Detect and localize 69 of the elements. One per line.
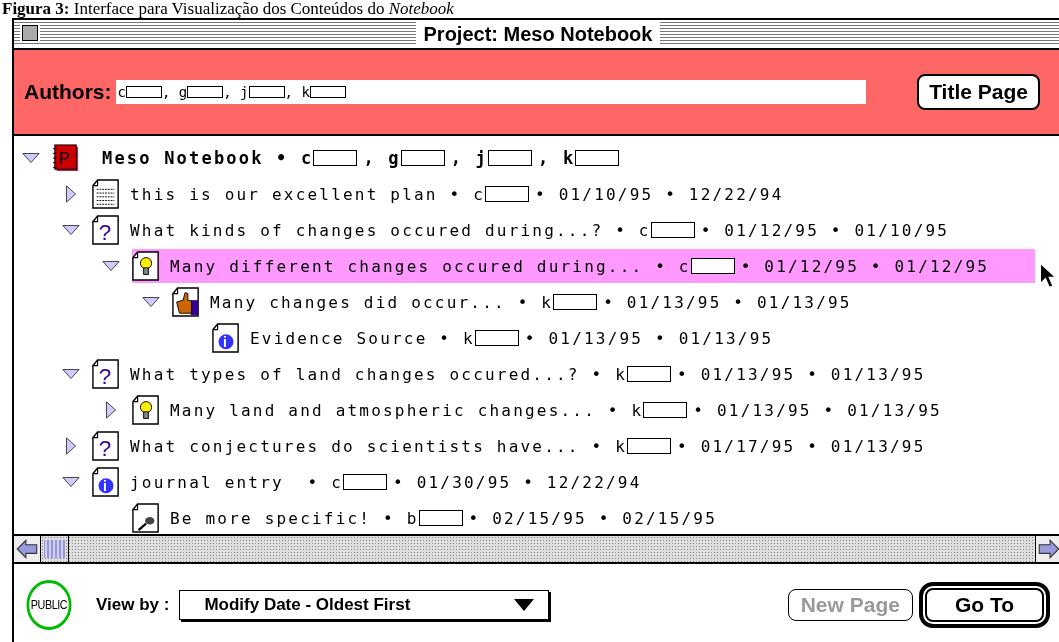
tree-item[interactable]: Many changes did occur... • k • 01/13/95 • 01/13/95 — [172, 285, 860, 319]
item-text: Evidence Source • k — [250, 328, 475, 348]
authors-label: Authors: — [24, 80, 112, 104]
view-by-label: View by : — [96, 595, 170, 615]
item-text: What conjectures do scientists have... • k — [130, 436, 627, 456]
item-text: • 01/30/95 • 12/22/94 — [393, 472, 642, 492]
item-text: this is our excellent plan • c — [130, 184, 485, 204]
item-text: • 01/17/95 • 01/13/95 — [677, 436, 926, 456]
view-by-dropdown[interactable]: Modify Date - Oldest First — [179, 590, 550, 620]
redaction-box — [248, 86, 285, 98]
question-page-icon: ? — [92, 431, 120, 461]
title-page-button[interactable]: Title Page — [917, 74, 1040, 110]
close-box[interactable] — [22, 25, 38, 41]
tree-item[interactable]: i Evidence Source • k • 01/13/95 • 01/13/95 — [212, 321, 782, 355]
item-text: • 01/12/95 • 01/10/95 — [700, 220, 950, 240]
microphone-icon — [132, 503, 160, 533]
item-text: • 02/15/95 • 02/15/95 — [468, 508, 717, 528]
document-icon — [92, 179, 120, 209]
item-text: , j — [450, 148, 489, 168]
item-text: What kinds of changes occured during...? • c — [130, 220, 651, 240]
question-page-icon: ? — [92, 359, 120, 389]
tree-item[interactable]: this is our excellent plan • c • 01/10/95 • 12/22/94 — [92, 177, 792, 211]
item-text: • 01/13/95 • 01/13/95 — [603, 292, 852, 312]
info-page-icon: i — [92, 467, 120, 497]
tree-item[interactable]: P Meso Notebook • c , g , j , k — [52, 141, 634, 175]
item-text: Meso Notebook • c — [102, 148, 314, 168]
item-text: Many changes did occur... • k — [210, 292, 554, 312]
tree-item[interactable]: ? What types of land changes occured...? • k • 01/13/95 • 01/13/95 — [92, 357, 934, 391]
item-text: What types of land changes occured...? • k — [130, 364, 627, 384]
item-text: Many different changes occured during... • c — [170, 256, 691, 276]
item-text: Be more specific! • b — [170, 508, 419, 528]
dropdown-value: Modify Date - Oldest First — [204, 595, 412, 615]
lightbulb-icon — [132, 251, 160, 281]
tree-item[interactable]: Be more specific! • b • 02/15/95 • 02/15/95 — [132, 501, 725, 534]
tree-item[interactable]: ? What conjectures do scientists have... • k • 01/17/95 • 01/13/95 — [92, 429, 934, 463]
item-text: • 01/13/95 • 01/13/95 — [524, 328, 774, 348]
tree-item[interactable]: i journal entry • c • 01/30/95 • 12/22/94 — [92, 465, 650, 499]
authors-field[interactable]: c , g , j , k — [115, 80, 866, 104]
tree-item[interactable]: Many land and atmospheric changes... • k • 01/13/95 • 01/13/95 — [132, 393, 950, 427]
public-badge: PUBLIC — [26, 580, 72, 630]
redaction-box — [309, 86, 346, 98]
caret-icon — [514, 599, 535, 611]
item-text: Many land and atmospheric changes... • k — [170, 400, 644, 420]
info-page-icon: i — [212, 323, 240, 353]
scroll-thumb[interactable] — [41, 536, 69, 562]
author-initial: c — [117, 84, 126, 100]
item-text: , g — [363, 148, 401, 168]
redaction-box — [125, 86, 162, 98]
tree-item[interactable]: ? What kinds of changes occured during...? • c • 01/12/95 • 01/10/95 — [92, 213, 958, 247]
tree-item[interactable]: Many different changes occured during... • c • 01/12/95 • 01/12/95 — [132, 249, 1035, 283]
item-text: • 01/10/95 • 12/22/94 — [535, 184, 784, 204]
item-text: journal entry • c — [130, 472, 343, 492]
author-initial: , j — [223, 84, 249, 100]
author-initial: , g — [161, 84, 188, 100]
item-text: • 01/13/95 • 01/13/95 — [677, 364, 926, 384]
scroll-right-icon[interactable] — [1035, 536, 1059, 562]
redaction-box — [187, 86, 224, 98]
scroll-left-icon[interactable] — [14, 536, 41, 562]
window-title: Project: Meso Notebook — [415, 22, 661, 46]
item-text: • 01/13/95 • 01/13/95 — [693, 400, 942, 420]
horizontal-scrollbar[interactable] — [14, 534, 1059, 564]
question-page-icon: ? — [92, 215, 120, 245]
item-text: , k — [538, 148, 576, 168]
item-text: • 01/12/95 • 01/12/95 — [740, 256, 990, 276]
lightbulb-icon — [132, 395, 160, 425]
author-initial: , k — [284, 84, 310, 100]
hand-icon — [172, 287, 200, 317]
notebook-icon: P — [52, 143, 80, 173]
figure-caption: Figura 3: Interface para Visualização dos Conteúdos do Notebook — [1, 0, 455, 18]
